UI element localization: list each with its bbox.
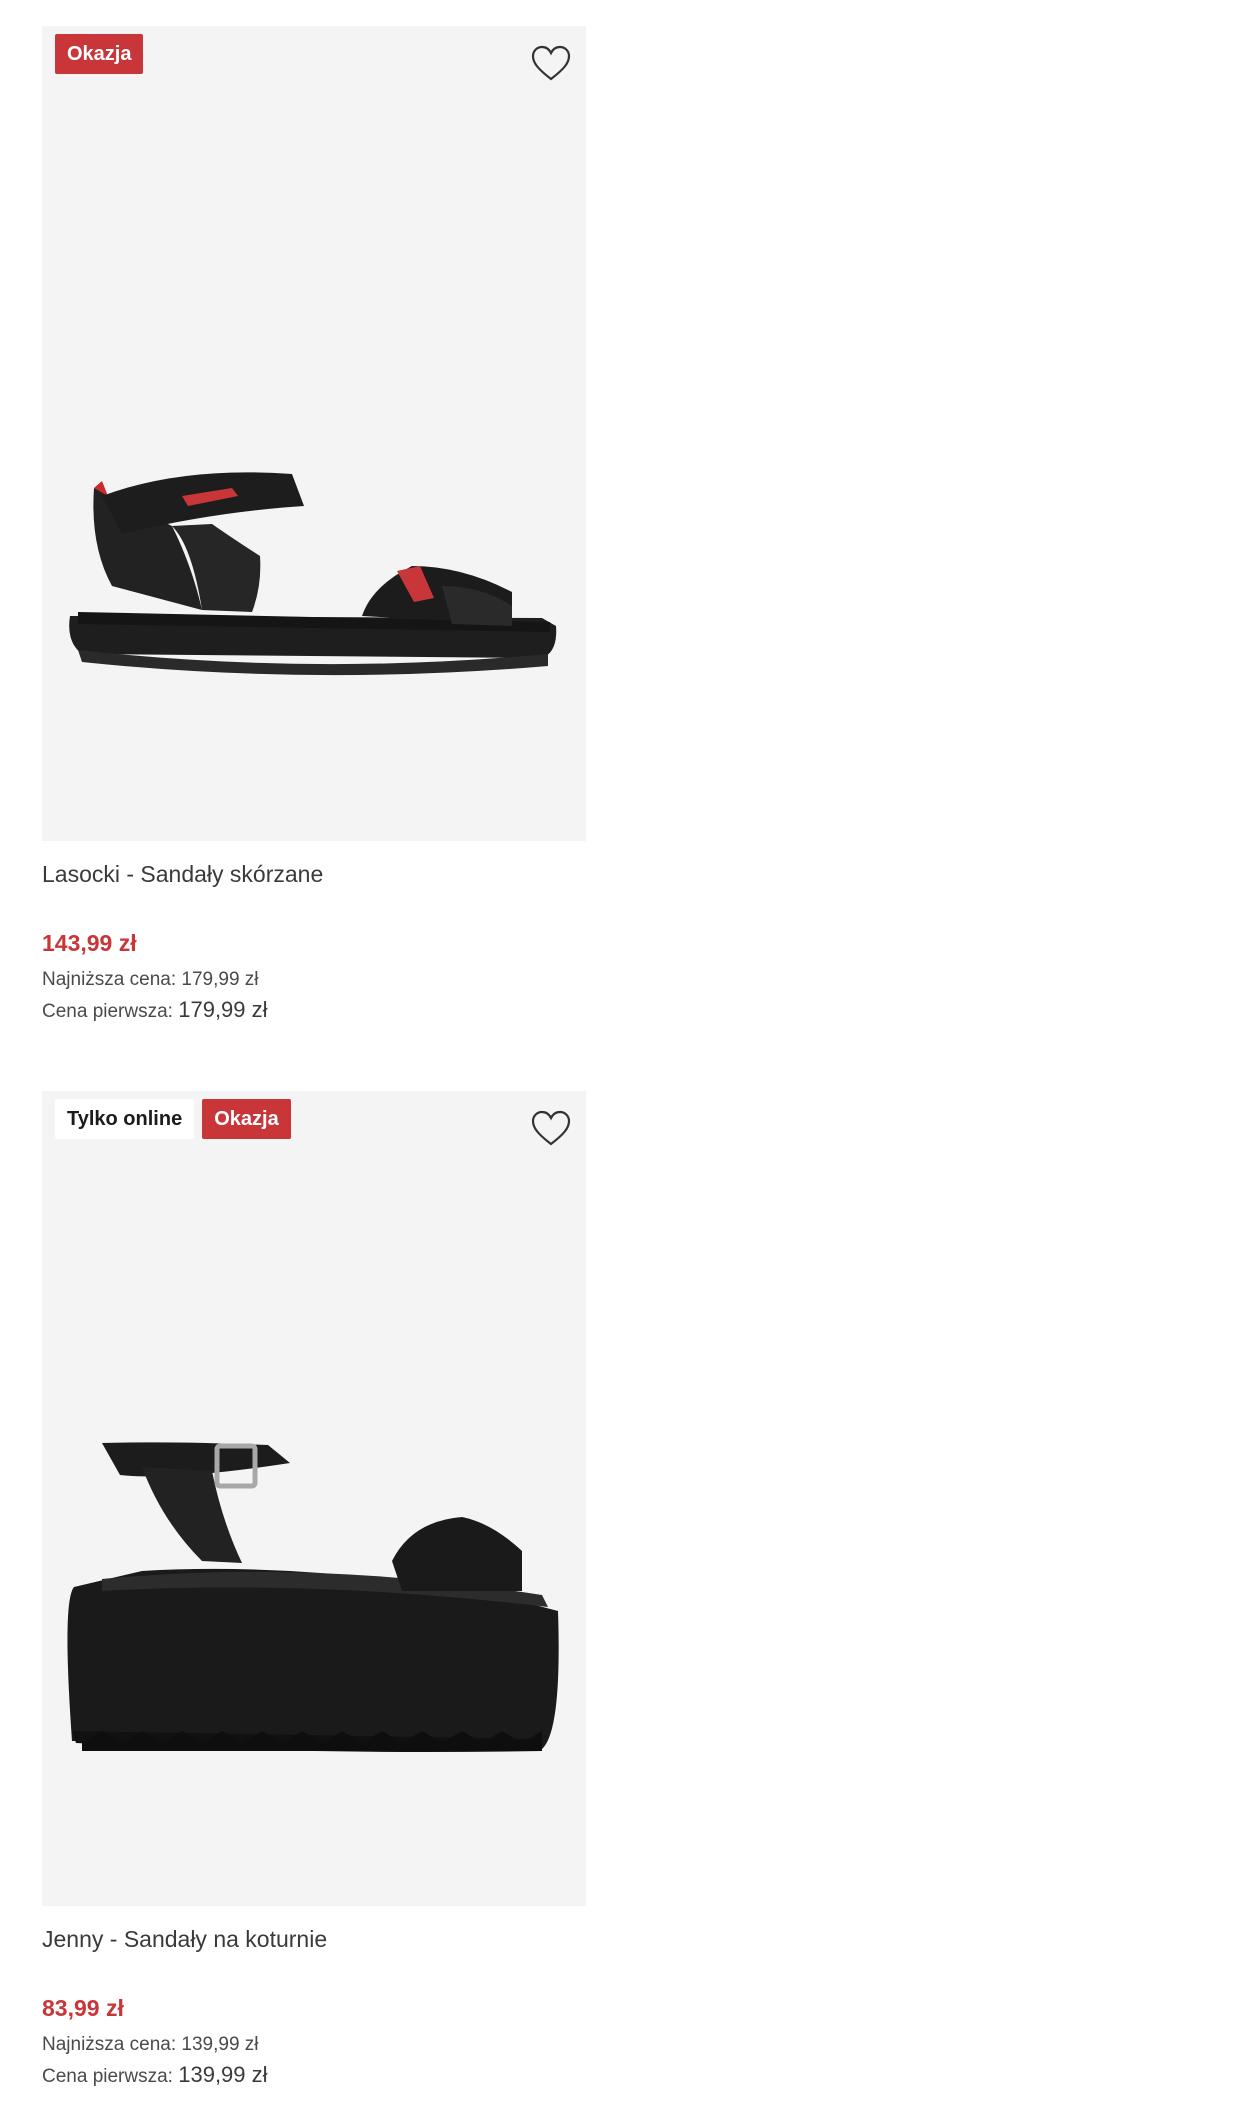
lowest-price-label: Najniższa cena: [42,969,177,990]
lowest-price-label: Najniższa cena: [42,2034,177,2055]
product-price: 143,99 zł [42,930,137,956]
lowest-price-value: 179,99 zł [181,969,259,990]
original-price-label: Cena pierwsza: [42,1001,173,1022]
heart-outline-icon[interactable] [530,44,572,84]
sandal-image [67,1442,559,1752]
sale-badge: Okazja [55,34,144,74]
product-image[interactable]: Okazja [42,26,586,841]
product-card[interactable]: Okazja Lasocki - Sandały skórzane 143,99… [42,26,586,1027]
product-name[interactable]: Lasocki - Sandały skórzane [42,857,586,891]
lowest-price-value: 139,99 zł [181,2034,259,2055]
original-price-value: 139,99 zł [178,2062,268,2087]
product-image[interactable]: Tylko online Okazja [42,1091,586,1906]
original-price-label: Cena pierwsza: [42,2066,173,2087]
product-name[interactable]: Jenny - Sandały na koturnie [42,1922,586,1956]
product-price: 83,99 zł [42,1995,124,2021]
lowest-price-row: Najniższa cena: 179,99 zł [42,965,586,995]
original-price-value: 179,99 zł [178,997,268,1022]
online-only-badge: Tylko online [55,1099,195,1139]
original-price-row: Cena pierwsza: 139,99 zł [42,2060,586,2092]
original-price-row: Cena pierwsza: 179,99 zł [42,995,586,1027]
product-card[interactable]: Tylko online Okazja Jenny - Sandały na k… [42,1091,586,2092]
sale-badge: Okazja [202,1099,291,1139]
lowest-price-row: Najniższa cena: 139,99 zł [42,2030,586,2060]
heart-outline-icon[interactable] [530,1109,572,1149]
badge-group: Tylko online Okazja [55,1099,291,1139]
badge-group: Okazja [55,34,144,74]
sandal-image [69,472,557,676]
